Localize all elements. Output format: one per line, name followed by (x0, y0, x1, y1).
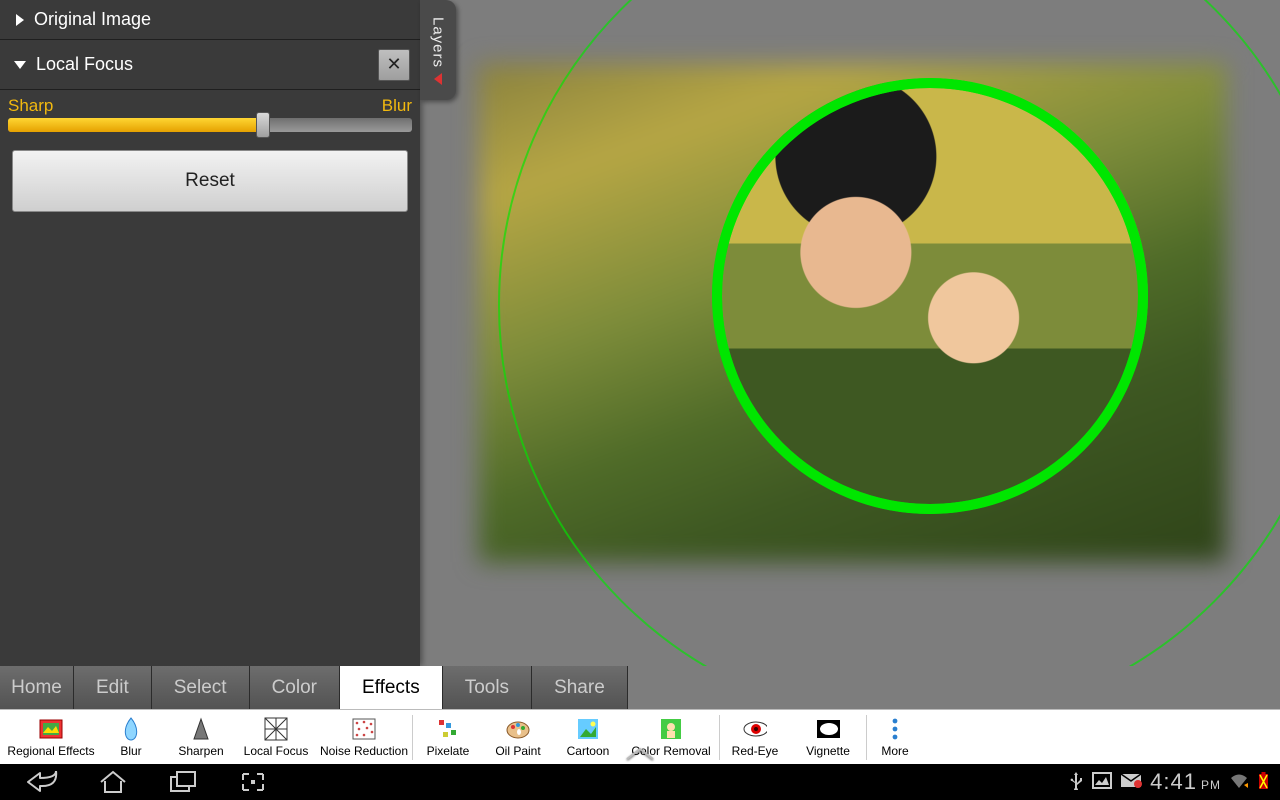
tool-label: Blur (120, 744, 141, 758)
tool-label: Regional Effects (7, 744, 94, 758)
tab-color[interactable]: Color (250, 666, 340, 709)
panel-local-focus[interactable]: Local Focus ✕ (0, 40, 420, 90)
tab-label: Color (272, 677, 317, 699)
tab-label: Effects (362, 677, 420, 699)
tool-sharpen[interactable]: Sharpen (166, 710, 236, 765)
menu-tabs: HomeEditSelectColorEffectsToolsShare (0, 666, 536, 709)
tool-color-removal[interactable]: Color Removal (623, 710, 719, 765)
image-saved-icon (1092, 772, 1112, 792)
layers-tab-label: Layers (430, 17, 447, 68)
cartoon-icon (576, 717, 600, 741)
vignette-icon (816, 717, 840, 741)
chevron-down-icon (14, 61, 26, 69)
tool-more[interactable]: More (867, 710, 923, 765)
screenshot-button[interactable] (236, 769, 270, 795)
home-button[interactable] (96, 769, 130, 795)
blur-icon (119, 717, 143, 741)
tool-cartoon[interactable]: Cartoon (553, 710, 623, 765)
local-focus-icon (264, 717, 288, 741)
wifi-icon (1229, 772, 1249, 792)
slider-label-blur: Blur (382, 96, 412, 116)
chevron-right-icon (16, 14, 24, 26)
layers-tab[interactable]: Layers (420, 0, 456, 100)
close-button[interactable]: ✕ (378, 49, 410, 81)
tool-label: Vignette (806, 744, 850, 758)
clock-ampm: PM (1201, 778, 1221, 792)
tool-label: Red-Eye (732, 744, 779, 758)
close-icon: ✕ (386, 54, 401, 75)
tool-label: Color Removal (631, 744, 710, 758)
tab-home[interactable]: Home (0, 666, 74, 709)
tab-label: Share (554, 677, 605, 699)
usb-icon (1069, 771, 1084, 793)
color-removal-icon (659, 717, 683, 741)
battery-icon (1257, 771, 1270, 793)
tab-label: Select (174, 677, 227, 699)
tool-label: Sharpen (178, 744, 223, 758)
red-eye-icon (743, 717, 767, 741)
panel-original-image[interactable]: Original Image (0, 0, 420, 40)
tool-pixelate[interactable]: Pixelate (413, 710, 483, 765)
sharpen-icon (189, 717, 213, 741)
chevron-left-icon (434, 73, 442, 85)
mail-icon (1120, 773, 1142, 791)
clock-time: 4:41 (1150, 769, 1197, 795)
status-clock: 4:41 PM (1150, 769, 1221, 795)
tab-effects[interactable]: Effects (340, 666, 443, 709)
tab-label: Home (11, 677, 62, 699)
reset-button-label: Reset (185, 170, 235, 192)
tool-label: More (881, 744, 908, 758)
slider-thumb[interactable] (256, 112, 270, 138)
tab-share[interactable]: Share (532, 666, 628, 709)
oil-paint-icon (506, 717, 530, 741)
photo-blurred (479, 64, 1226, 562)
tool-local-focus[interactable]: Local Focus (236, 710, 316, 765)
tab-label: Edit (96, 677, 129, 699)
tab-tools[interactable]: Tools (443, 666, 532, 709)
slider-label-sharp: Sharp (8, 96, 53, 116)
tool-label: Cartoon (567, 744, 610, 758)
effects-toolbar: Regional Effects Blur Sharpen Local Focus No… (0, 709, 1280, 764)
regional-effects-icon (39, 717, 63, 741)
noise-reduction-icon (352, 717, 376, 741)
recent-apps-button[interactable] (166, 769, 200, 795)
tool-blur[interactable]: Blur (96, 710, 166, 765)
tab-label: Tools (465, 677, 509, 699)
panel-local-focus-label: Local Focus (36, 54, 133, 75)
panel-original-label: Original Image (34, 9, 151, 30)
tool-regional-effects[interactable]: Regional Effects (6, 710, 96, 765)
tool-label: Pixelate (427, 744, 470, 758)
more-icon (883, 717, 907, 741)
tool-red-eye[interactable]: Red-Eye (720, 710, 790, 765)
android-system-bar: 4:41 PM (0, 764, 1280, 800)
tool-vignette[interactable]: Vignette (790, 710, 866, 765)
tool-label: Local Focus (244, 744, 309, 758)
tool-oil-paint[interactable]: Oil Paint (483, 710, 553, 765)
reset-button[interactable]: Reset (12, 150, 408, 212)
back-button[interactable] (26, 769, 60, 795)
tool-label: Noise Reduction (320, 744, 408, 758)
tab-edit[interactable]: Edit (74, 666, 152, 709)
focus-slider[interactable] (8, 118, 412, 132)
tool-label: Oil Paint (495, 744, 540, 758)
tool-noise-reduction[interactable]: Noise Reduction (316, 710, 412, 765)
effect-panel: Original Image Local Focus ✕ Sharp Blur … (0, 0, 420, 666)
pixelate-icon (436, 717, 460, 741)
tab-select[interactable]: Select (152, 666, 250, 709)
